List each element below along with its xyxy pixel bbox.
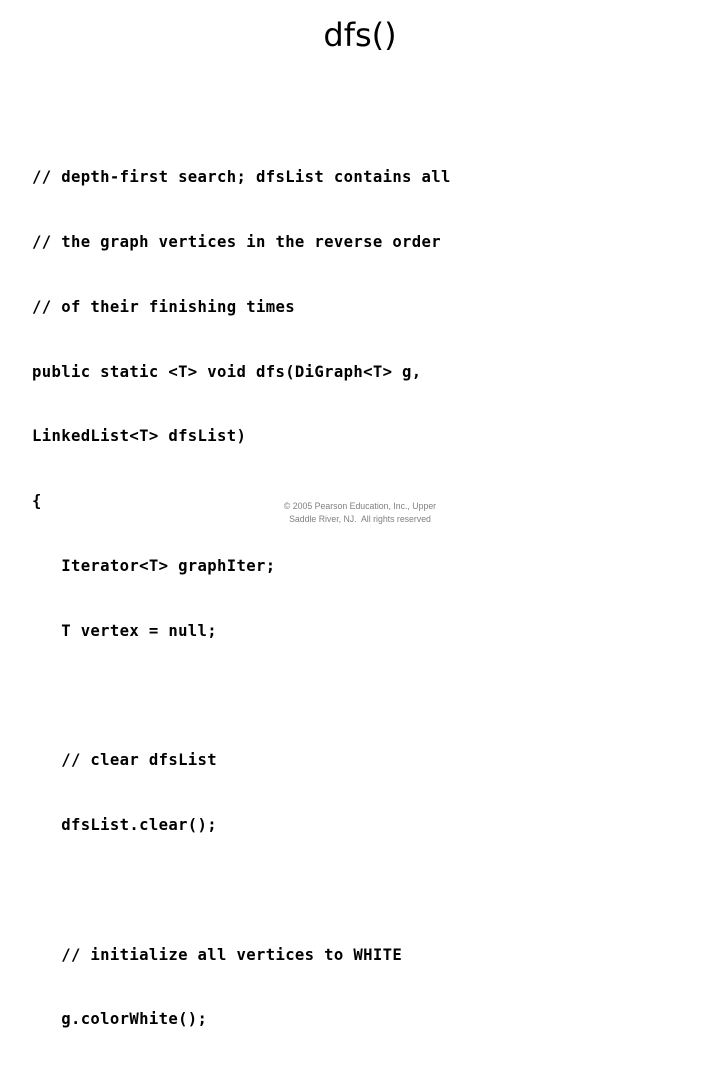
copyright-line-2: Saddle River, NJ. All rights reserved <box>289 514 431 525</box>
code-line: // initialize all vertices to WHITE <box>32 945 403 964</box>
code-line: T vertex = null; <box>32 621 218 640</box>
slide-canvas: dfs() // depth-first search; dfsList con… <box>0 0 720 1028</box>
code-line: LinkedList<T> dfsList) <box>32 427 247 446</box>
code-listing: // depth-first search; dfsList contains … <box>32 124 688 1074</box>
code-line: dfsList.clear(); <box>32 816 218 834</box>
copyright-line-1: © 2005 Pearson Education, Inc., Upper <box>283 501 437 512</box>
code-line: // of their finishing times <box>32 297 295 316</box>
copyright-footer: © 2005 Pearson Education, Inc., Upper Sa… <box>29 500 691 526</box>
code-line: // the graph vertices in the reverse ord… <box>32 232 442 251</box>
code-line: g.colorWhite(); <box>32 1010 208 1029</box>
page-title: dfs() <box>323 16 397 54</box>
code-line: public static <T> void dfs(DiGraph<T> g, <box>32 362 422 381</box>
code-line: // clear dfsList <box>32 751 218 770</box>
code-line: // depth-first search; dfsList contains … <box>32 168 451 187</box>
code-line: Iterator<T> graphIter; <box>32 556 276 575</box>
